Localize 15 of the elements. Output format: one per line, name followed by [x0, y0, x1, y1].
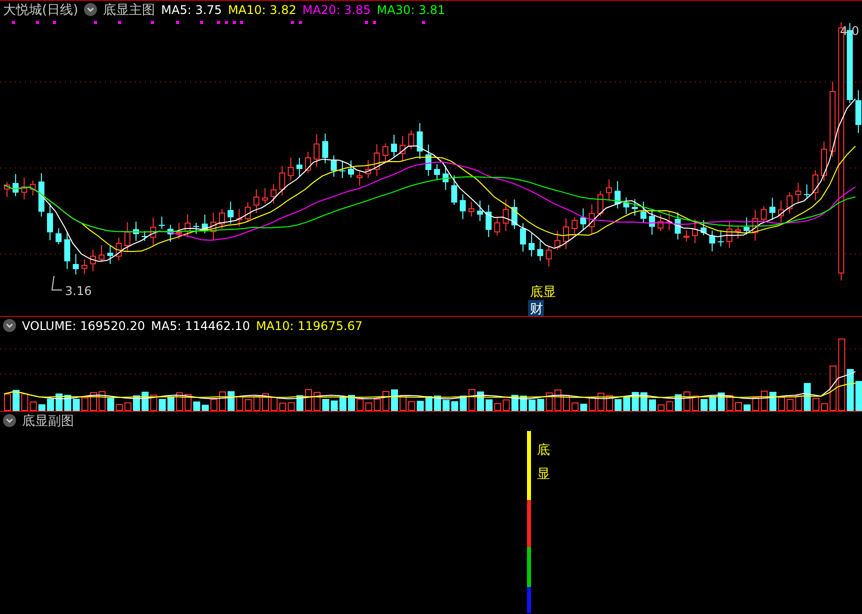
indicator-name: 底显主图	[103, 2, 156, 18]
low-price-label: 3.16	[65, 284, 92, 298]
ma-reading: MA10: 3.82	[228, 2, 296, 16]
sub-chart-title: 底显副图	[22, 412, 74, 430]
ma-reading: MA5: 3.75	[161, 2, 222, 16]
signal-character: 底	[537, 443, 550, 458]
volume-reading: MA5: 114462.10	[151, 318, 250, 332]
volume-reading: VOLUME: 169520.20	[22, 318, 145, 332]
ma-reading: MA20: 3.85	[302, 2, 371, 16]
signal-label: 底显	[530, 285, 556, 300]
ma-reading: MA30: 3.81	[376, 2, 446, 16]
volume-reading: MA10: 119675.67	[256, 318, 363, 332]
signal-character: 显	[537, 467, 550, 482]
finance-badge: 财	[528, 300, 544, 316]
stock-name: 大悦城(日线)	[3, 2, 78, 18]
